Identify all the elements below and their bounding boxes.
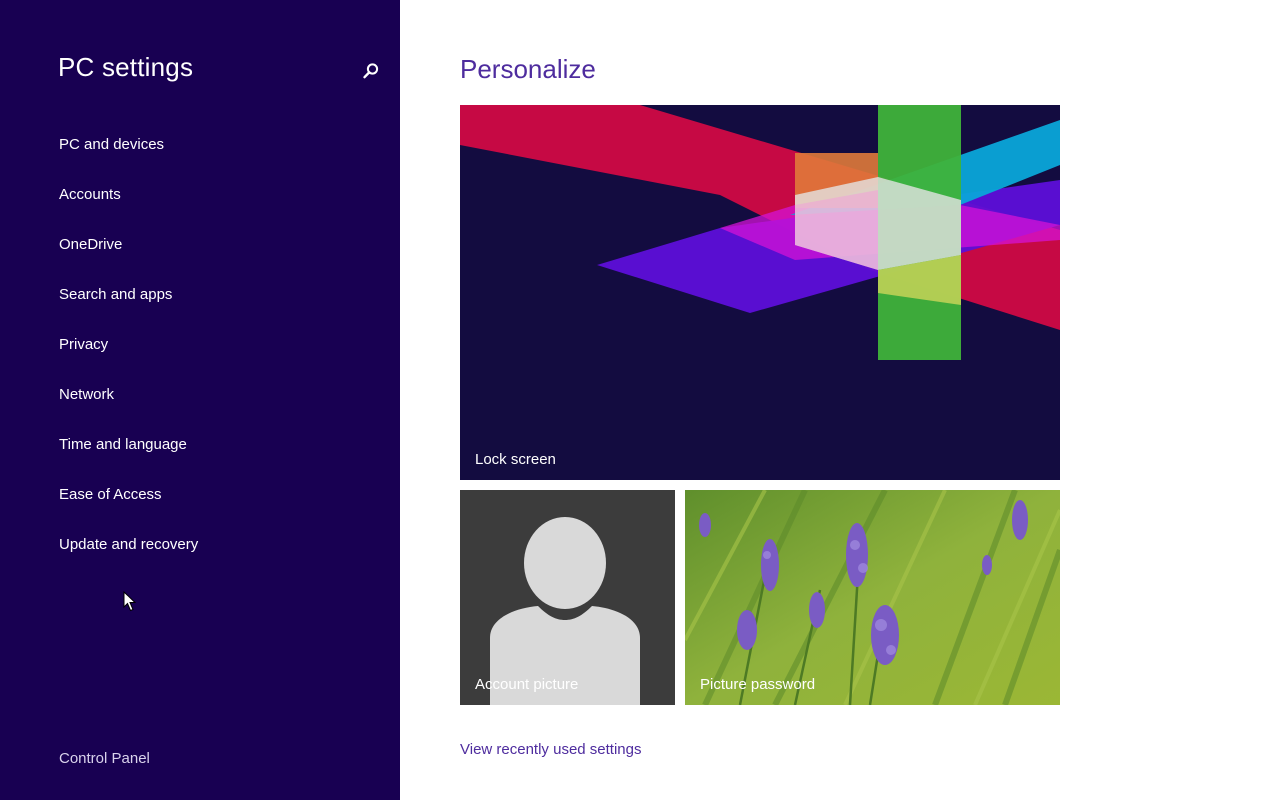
sidebar: PC settings PC and devices Accounts OneD… [0,0,400,800]
picture-password-label: Picture password [700,676,816,693]
account-picture-tile[interactable]: Account picture [460,490,675,705]
page-title: Personalize [460,54,596,84]
control-panel-link[interactable]: Control Panel [59,750,150,767]
sidebar-item-privacy[interactable]: Privacy [59,334,198,384]
sidebar-item-onedrive[interactable]: OneDrive [59,234,198,284]
sidebar-item-pc-and-devices[interactable]: PC and devices [59,134,198,184]
lavender-photo-image [685,490,1060,705]
sidebar-item-network[interactable]: Network [59,384,198,434]
mouse-pointer-icon [123,590,137,613]
account-picture-label: Account picture [475,676,579,693]
view-recent-settings-link[interactable]: View recently used settings [460,741,642,758]
sidebar-title: PC settings [58,52,194,82]
lock-screen-image [460,105,1060,480]
sidebar-nav: PC and devices Accounts OneDrive Search … [59,134,198,584]
picture-password-tile[interactable]: Picture password [685,490,1060,705]
account-silhouette-icon [460,490,675,705]
lock-screen-label: Lock screen [475,451,556,468]
sidebar-item-update-and-recovery[interactable]: Update and recovery [59,534,198,584]
lock-screen-tile[interactable]: Lock screen [460,105,1060,480]
search-icon[interactable] [360,60,382,82]
sidebar-item-time-and-language[interactable]: Time and language [59,434,198,484]
sidebar-item-accounts[interactable]: Accounts [59,184,198,234]
sidebar-item-ease-of-access[interactable]: Ease of Access [59,484,198,534]
sidebar-item-search-and-apps[interactable]: Search and apps [59,284,198,334]
main-content: Personalize Lock screen Account picture … [400,0,1280,800]
